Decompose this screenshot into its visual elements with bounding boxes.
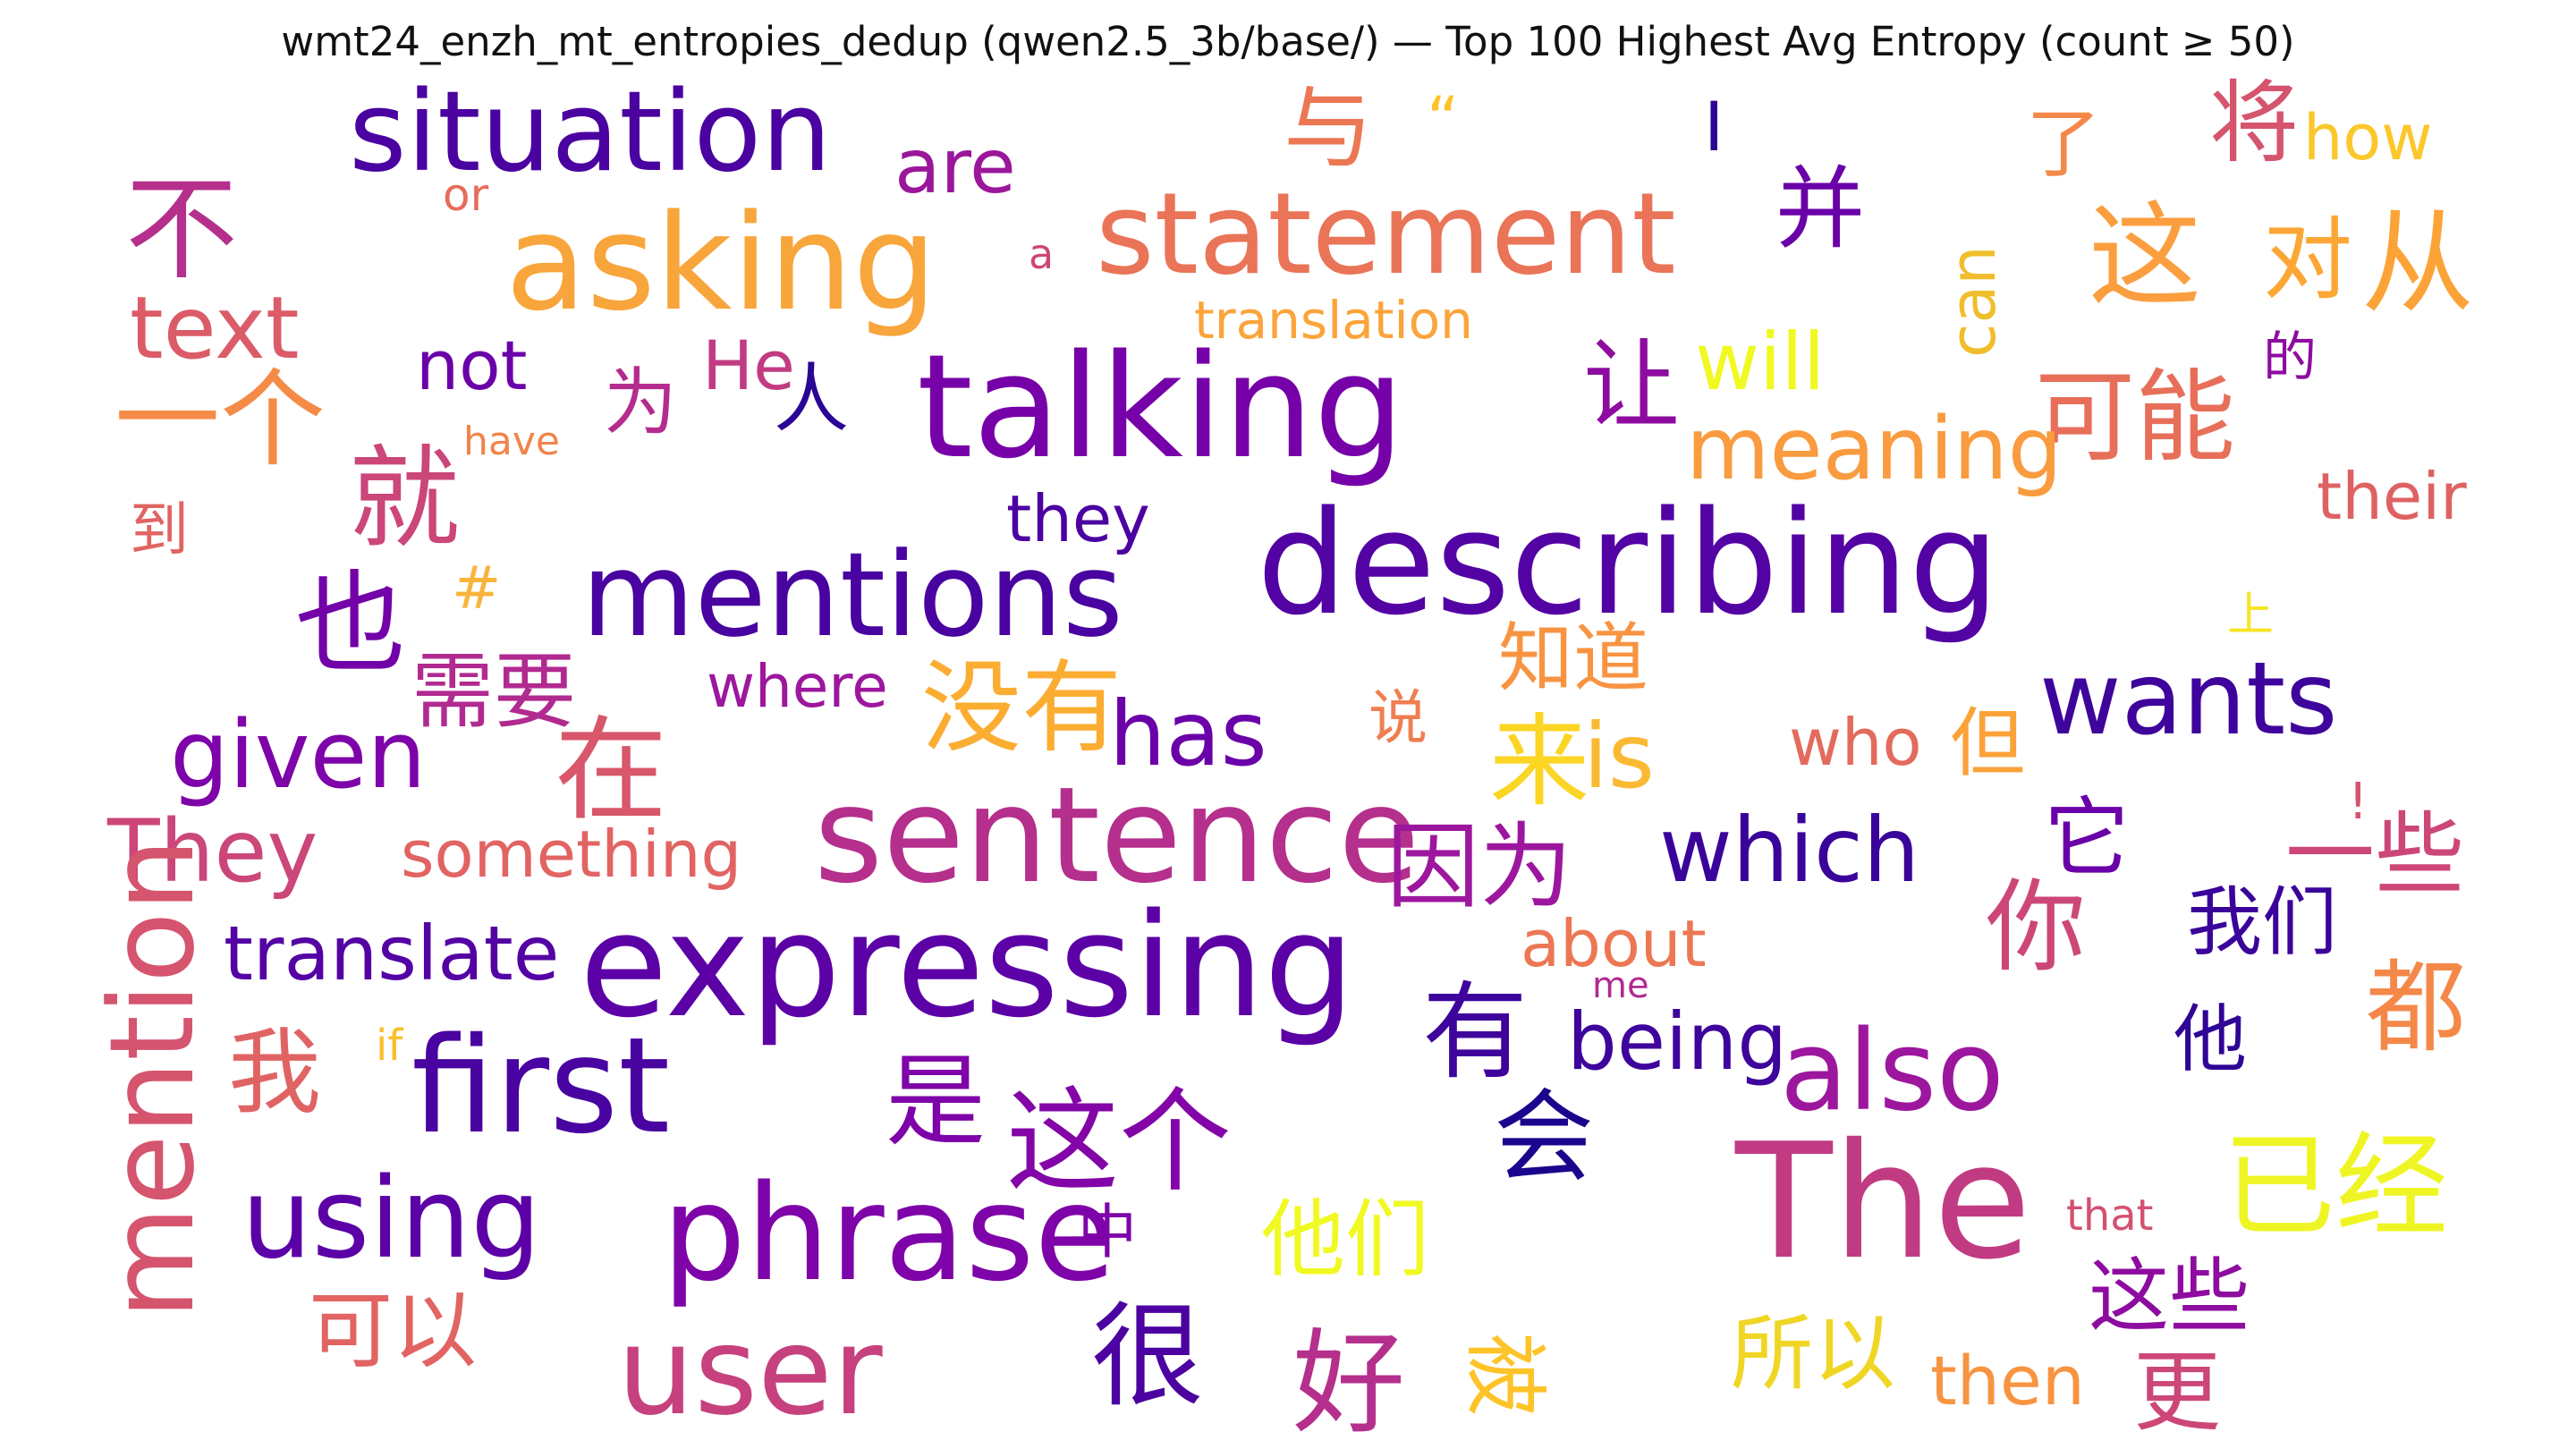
word-0: situation <box>349 68 832 197</box>
word-42: 没有 <box>921 650 1122 767</box>
word-cloud: situation 与 “I 了将 howare不 or asking statement 并这… <box>84 68 2474 1449</box>
word-94: then <box>1930 1341 2085 1420</box>
word-12: 并 <box>1775 157 1865 261</box>
word-25: talking <box>917 323 1404 490</box>
word-66: expressing <box>580 882 1355 1049</box>
word-13: 这 <box>2089 191 2201 322</box>
word-73: first <box>411 1009 670 1163</box>
word-90: user <box>617 1301 883 1443</box>
word-10: asking <box>505 186 936 340</box>
word-22: 为 <box>604 360 677 445</box>
word-64: mention <box>84 838 220 1319</box>
word-52: who <box>1789 705 1922 780</box>
word-36: # <box>452 554 501 623</box>
word-35: their <box>2317 459 2467 534</box>
word-14: 对 <box>2263 208 2352 312</box>
word-43: 知道 <box>1498 614 1648 702</box>
word-81: 已经 <box>2223 1121 2448 1252</box>
word-26: 让 <box>1583 330 1680 442</box>
word-56: something <box>401 817 741 892</box>
word-65: translate <box>224 910 559 997</box>
word-37: mentions <box>581 527 1123 663</box>
word-71: 我 <box>228 1018 321 1127</box>
word-8: 不 <box>125 164 238 295</box>
word-51: is <box>1583 704 1655 809</box>
word-1: 与 <box>1284 76 1373 181</box>
word-93: 所以 <box>1731 1306 1895 1402</box>
word-15: 从 <box>2361 198 2474 329</box>
word-77: 是 <box>886 1044 986 1160</box>
word-91: 很 <box>1091 1291 1204 1422</box>
word-41: where <box>707 652 888 721</box>
word-59: which <box>1659 798 1919 902</box>
word-31: 就 <box>349 435 460 564</box>
word-47: given <box>170 700 426 809</box>
word-45: wants <box>2039 641 2337 758</box>
word-50: 来 <box>1489 704 1589 820</box>
word-76: 他 <box>2174 997 2247 1082</box>
word-79: 会 <box>1494 1080 1594 1196</box>
word-2: “ <box>1427 83 1459 157</box>
word-3: I <box>1704 87 1724 166</box>
word-11: statement <box>1096 168 1676 300</box>
word-95: 更 <box>2133 1342 2221 1444</box>
word-46: 说 <box>1368 683 1428 752</box>
word-29: 的 <box>2263 326 2317 389</box>
word-86: 被 <box>1455 1333 1553 1417</box>
word-58: 因为 <box>1386 812 1572 921</box>
word-24: 人 <box>774 355 849 443</box>
word-80: The <box>1734 1109 2031 1294</box>
word-87: that <box>2066 1191 2153 1241</box>
word-72: if <box>376 1021 403 1071</box>
word-53: 但 <box>1950 699 2025 787</box>
word-33: 到 <box>130 496 189 564</box>
word-44: 上 <box>2227 589 2274 642</box>
word-40: 需要 <box>411 644 576 740</box>
word-27: will <box>1695 316 1825 408</box>
word-16: a <box>1029 230 1054 278</box>
word-6: how <box>2303 101 2432 174</box>
word-30: have <box>463 419 560 464</box>
word-69: 有 <box>1422 970 1528 1094</box>
word-20: 一个 <box>114 358 326 481</box>
word-19: can <box>1936 245 2010 358</box>
word-84: 中 <box>1078 1198 1137 1267</box>
word-92: 好 <box>1292 1318 1405 1449</box>
word-83: phrase <box>662 1157 1115 1310</box>
word-89: 可以 <box>309 1283 477 1380</box>
word-62: 你 <box>1986 869 2086 986</box>
word-85: 他们 <box>1261 1191 1429 1289</box>
word-4: 了 <box>2026 100 2101 188</box>
word-63: 我们 <box>2187 878 2337 966</box>
word-82: using <box>242 1155 541 1284</box>
word-9: or <box>443 169 489 221</box>
word-5: 将 <box>2209 71 2299 175</box>
word-39: 也 <box>295 560 406 689</box>
word-21: not <box>416 326 527 405</box>
word-74: being <box>1567 996 1787 1088</box>
word-28: 可能 <box>2035 360 2235 476</box>
word-70: 都 <box>2366 950 2466 1066</box>
word-88: 这些 <box>2089 1250 2250 1343</box>
